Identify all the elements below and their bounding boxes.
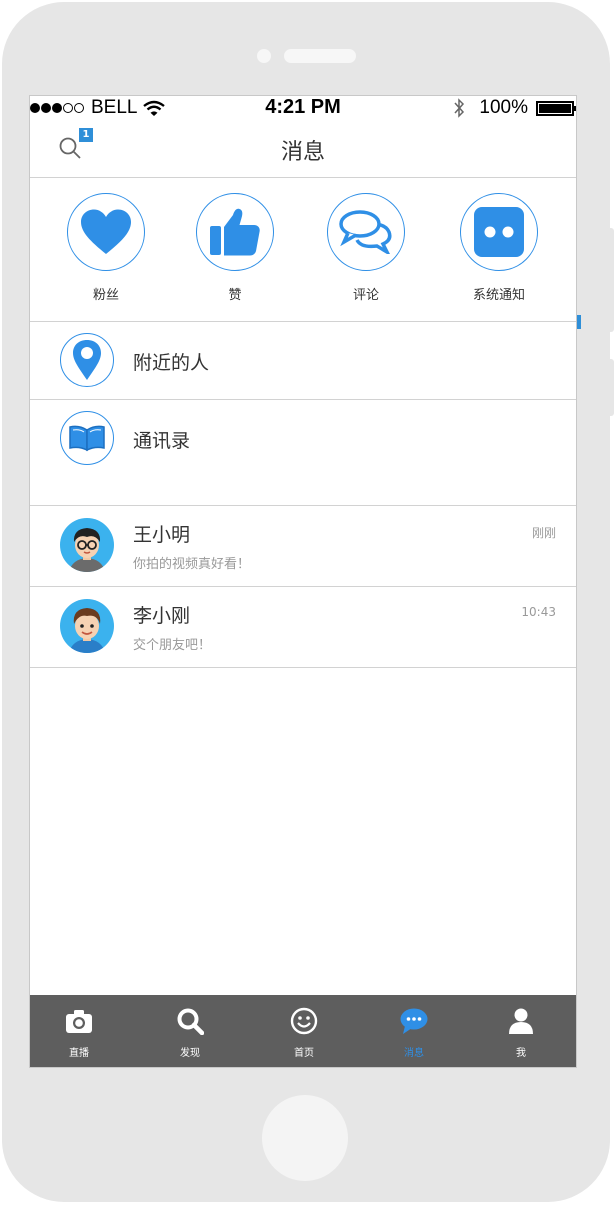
chat-bubble-icon	[400, 1008, 428, 1034]
quick-comments[interactable]: 评论	[311, 193, 421, 303]
likes-circle	[196, 193, 274, 271]
notifications-circle	[460, 193, 538, 271]
comment-icon	[339, 210, 392, 254]
message-time: 10:43	[521, 605, 556, 619]
notifications-label: 系统通知	[472, 288, 525, 303]
message-preview: 你拍的视频真好看！	[133, 557, 251, 572]
thumbs-up-icon	[210, 208, 260, 256]
contacts-label: 通讯录	[133, 430, 191, 452]
fans-circle	[67, 193, 145, 271]
notification-icon	[474, 207, 524, 257]
likes-label: 赞	[228, 288, 242, 303]
tab-me[interactable]: 我	[481, 995, 561, 1067]
quick-likes[interactable]: 赞	[180, 193, 290, 303]
bluetooth-icon	[454, 98, 465, 118]
app-screen: BELL 4:21 PM 100% 1 消息 粉丝 赞 评论 系统通知 附近的人…	[29, 95, 577, 1068]
message-sender: 李小刚	[133, 605, 191, 627]
user-icon	[509, 1008, 533, 1034]
tab-discover-label: 发现	[180, 1048, 200, 1059]
quick-notifications[interactable]: 系统通知	[444, 193, 554, 303]
heart-icon	[81, 209, 131, 254]
tab-bar: 直播 发现 首页 消息 我	[30, 995, 576, 1067]
section-spacer	[30, 477, 576, 506]
tab-messages-label: 消息	[404, 1048, 424, 1059]
avatar	[60, 518, 114, 572]
avatar	[60, 599, 114, 653]
tab-me-label: 我	[516, 1048, 526, 1059]
tab-home[interactable]: 首页	[264, 995, 344, 1067]
battery-percent: 100%	[479, 97, 528, 118]
nearby-label: 附近的人	[133, 352, 210, 374]
volume-button	[608, 228, 614, 332]
fans-label: 粉丝	[92, 288, 119, 303]
comments-circle	[327, 193, 405, 271]
battery-icon	[536, 100, 576, 116]
status-bar: BELL 4:21 PM 100%	[30, 96, 576, 120]
contacts-row[interactable]: 通讯录	[30, 400, 576, 478]
message-preview: 交个朋友吧！	[133, 638, 212, 653]
search-icon	[177, 1008, 204, 1035]
location-pin-icon	[73, 340, 101, 380]
tab-discover[interactable]: 发现	[150, 995, 230, 1067]
speaker-grille	[284, 49, 356, 63]
power-button	[608, 359, 614, 416]
battery-area: 100%	[453, 97, 576, 119]
camera-icon	[66, 1010, 92, 1033]
message-item[interactable]: 李小刚 交个朋友吧！ 10:43	[30, 587, 576, 668]
quick-actions: 粉丝 赞 评论 系统通知	[30, 178, 576, 322]
tab-live-label: 直播	[69, 1048, 89, 1059]
message-time: 刚刚	[531, 526, 556, 540]
smiley-icon	[290, 1007, 318, 1035]
nearby-people-row[interactable]: 附近的人	[30, 322, 576, 400]
nearby-icon-circle	[60, 333, 114, 387]
tab-home-label: 首页	[294, 1048, 314, 1059]
book-icon	[69, 425, 105, 452]
tab-live[interactable]: 直播	[39, 995, 119, 1067]
quick-fans[interactable]: 粉丝	[51, 193, 161, 303]
message-sender: 王小明	[133, 524, 191, 546]
comments-label: 评论	[352, 288, 379, 303]
tab-messages[interactable]: 消息	[374, 995, 454, 1067]
page-title: 消息	[280, 140, 325, 165]
front-camera	[257, 49, 271, 63]
message-item[interactable]: 王小明 你拍的视频真好看！ 刚刚	[30, 506, 576, 587]
nav-bar: 1 消息	[30, 120, 576, 178]
home-button[interactable]	[262, 1095, 348, 1181]
contacts-icon-circle	[60, 411, 114, 465]
